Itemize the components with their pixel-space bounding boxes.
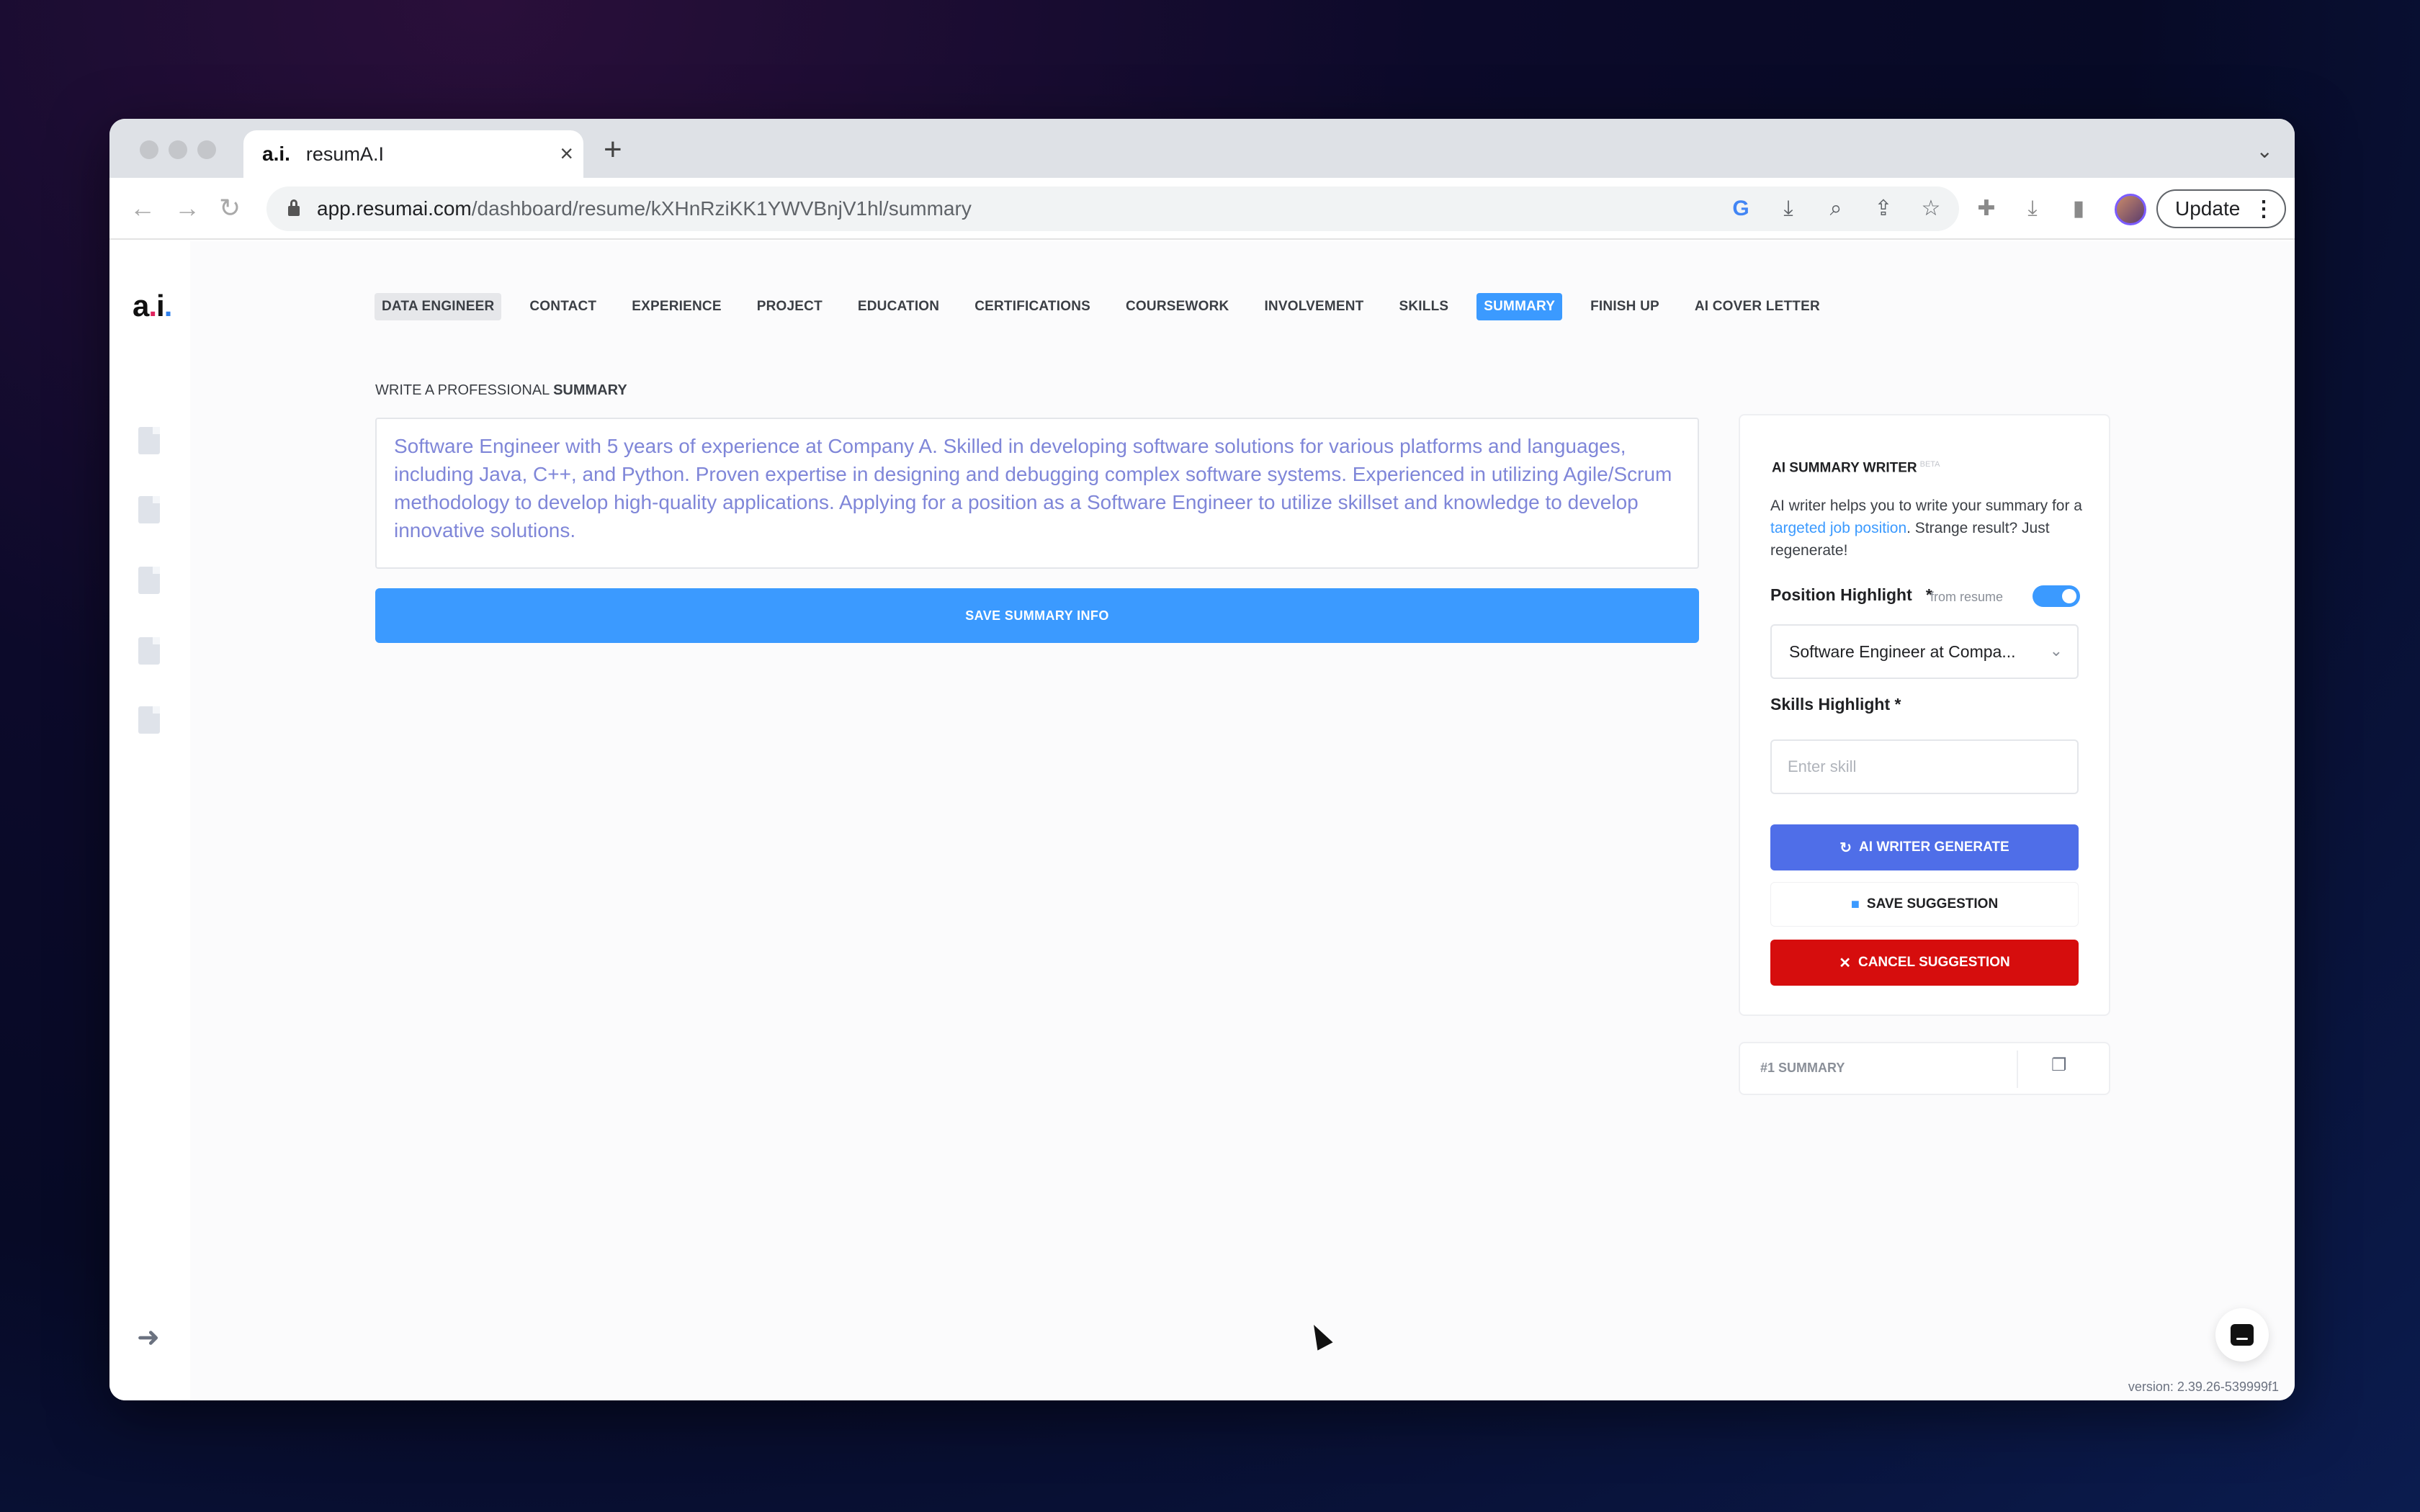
address-bar[interactable]: app.resumai.com/dashboard/resume/kXHnRzi… [266, 186, 1959, 231]
nav-summary[interactable]: SUMMARY [1476, 293, 1563, 320]
ai-summary-writer-panel: AI SUMMARY WRITER BETA AI writer helps yo… [1739, 414, 2110, 1016]
position-highlight-label: Position Highlight * [1770, 585, 1932, 604]
chat-icon [2231, 1324, 2254, 1346]
browser-toolbar: ← → ↻ app.resumai.com/dashboard/resume/k… [109, 178, 2295, 240]
resume-doc-icon[interactable] [138, 427, 160, 454]
summary-textarea[interactable]: Software Engineer with 5 years of experi… [375, 418, 1699, 569]
extension-icons: ✚ ⤓ ▮ [1975, 195, 2090, 222]
summary-card-label: #1 SUMMARY [1760, 1061, 1845, 1075]
tab-favicon: a.i. [262, 143, 290, 165]
reload-icon[interactable]: ↻ [219, 194, 241, 222]
window-minimize-dot[interactable] [169, 140, 187, 159]
cancel-suggestion-button[interactable]: ✕ CANCEL SUGGESTION [1770, 940, 2079, 986]
save-icon: ■ [1850, 896, 1860, 912]
google-icon[interactable]: G [1730, 195, 1752, 222]
position-select[interactable]: Software Engineer at Compa... ⌄ [1770, 624, 2079, 679]
nav-education[interactable]: EDUCATION [851, 293, 946, 320]
checklist-doc-icon[interactable] [138, 567, 160, 594]
ai-writer-generate-button[interactable]: ↻ AI WRITER GENERATE [1770, 824, 2079, 870]
close-x-icon: ✕ [1839, 955, 1851, 971]
back-arrow-icon[interactable]: ← [130, 194, 156, 222]
browser-tab[interactable]: a.i. resumA.I × [243, 130, 583, 178]
card-divider [2017, 1050, 2018, 1088]
profile-avatar[interactable] [2115, 194, 2146, 225]
install-icon[interactable]: ⤓ [1778, 195, 1799, 222]
tab-search-chevron-icon[interactable]: ⌄ [2257, 139, 2273, 163]
ai-writer-title: AI SUMMARY WRITER BETA [1772, 460, 1940, 476]
tab-title: resumA.I [305, 143, 384, 165]
from-resume-toggle[interactable] [2033, 585, 2080, 607]
resume-section-nav: DATA ENGINEER CONTACT EXPERIENCE PROJECT… [375, 293, 1848, 320]
window-maximize-dot[interactable] [197, 140, 216, 159]
nav-project[interactable]: PROJECT [750, 293, 830, 320]
browser-window: a.i. resumA.I × + ⌄ ← → ↻ app.resumai.co… [109, 119, 2295, 1400]
update-label: Update [2175, 197, 2241, 220]
beta-badge: BETA [1919, 460, 1940, 469]
download-icon[interactable]: ⤓ [2021, 195, 2044, 222]
nav-coursework[interactable]: COURSEWORK [1119, 293, 1236, 320]
document-list-icon[interactable] [138, 496, 160, 523]
from-resume-label: from resume [1930, 590, 2004, 604]
video-doc-icon[interactable] [138, 637, 160, 665]
summary-suggestion-card[interactable]: #1 SUMMARY ❐ [1739, 1042, 2110, 1095]
nav-data-engineer[interactable]: DATA ENGINEER [375, 293, 502, 320]
app-area: a.i. ➜ DATA ENGINEER CONTACT EXPERIENCE … [109, 241, 2295, 1400]
nav-certifications[interactable]: CERTIFICATIONS [967, 293, 1098, 320]
menu-dots-icon[interactable]: ⋮ [2253, 197, 2275, 222]
section-title: WRITE A PROFESSIONAL SUMMARY [375, 382, 627, 398]
copy-icon[interactable]: ❐ [2051, 1055, 2067, 1076]
ai-writer-description: AI writer helps you to write your summar… [1770, 498, 2082, 559]
star-icon[interactable]: ☆ [1920, 195, 1942, 222]
skill-input[interactable] [1770, 739, 2079, 794]
nav-contact[interactable]: CONTACT [522, 293, 604, 320]
chat-launcher[interactable] [2215, 1308, 2269, 1362]
nav-skills[interactable]: SKILLS [1392, 293, 1456, 320]
sidepanel-icon[interactable]: ▮ [2067, 195, 2090, 222]
refresh-icon: ↻ [1839, 840, 1852, 856]
position-select-value: Software Engineer at Compa... [1789, 642, 2016, 661]
version-text: version: 2.39.26-539999f1 [2128, 1380, 2279, 1394]
window-close-dot[interactable] [140, 140, 158, 159]
address-bar-actions: G ⤓ ⌕ ⇪ ☆ [1730, 195, 1942, 222]
url-text[interactable]: app.resumai.com/dashboard/resume/kXHnRzi… [317, 197, 972, 220]
nav-involvement[interactable]: INVOLVEMENT [1257, 293, 1371, 320]
logout-icon[interactable]: ➜ [137, 1321, 160, 1354]
forward-arrow-icon[interactable]: → [174, 194, 200, 222]
nav-ai-cover-letter[interactable]: AI COVER LETTER [1688, 293, 1827, 320]
left-sidebar: a.i. ➜ [109, 241, 190, 1400]
tab-strip: a.i. resumA.I × + ⌄ [109, 119, 2295, 178]
skills-highlight-label: Skills Highlight * [1770, 695, 1901, 714]
zoom-icon[interactable]: ⌕ [1825, 195, 1847, 222]
tab-close-icon[interactable]: × [560, 142, 573, 165]
save-summary-button[interactable]: SAVE SUMMARY INFO [375, 588, 1699, 643]
extensions-icon[interactable]: ✚ [1975, 195, 1998, 222]
app-logo[interactable]: a.i. [133, 289, 172, 323]
targeted-job-link[interactable]: targeted job position [1770, 520, 1906, 536]
share-icon[interactable]: ⇪ [1873, 195, 1894, 222]
new-tab-icon[interactable]: + [604, 132, 622, 168]
profile-doc-icon[interactable] [138, 706, 160, 734]
lock-icon[interactable] [288, 199, 300, 216]
nav-finish-up[interactable]: FINISH UP [1583, 293, 1667, 320]
update-button[interactable]: Update ⋮ [2156, 189, 2286, 228]
nav-experience[interactable]: EXPERIENCE [624, 293, 728, 320]
chevron-down-icon: ⌄ [2049, 642, 2063, 660]
save-suggestion-button[interactable]: ■ SAVE SUGGESTION [1770, 882, 2079, 927]
